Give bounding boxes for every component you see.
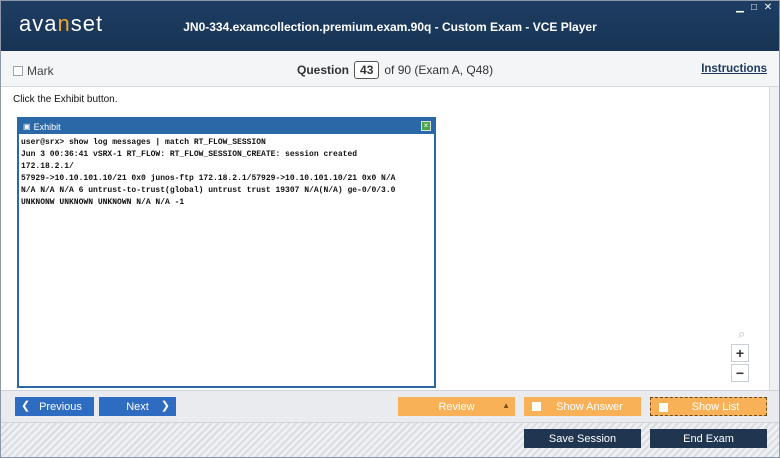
minimize-icon[interactable]: ▁ [735, 3, 745, 13]
maximize-icon[interactable]: □ [749, 3, 759, 13]
zoom-out-button[interactable]: − [731, 364, 749, 382]
question-indicator: Question 43 of 90 (Exam A, Q48) [297, 61, 493, 79]
review-label: Review [438, 400, 475, 413]
chevron-right-icon: ❯ [160, 400, 170, 412]
exhibit-window: ▣ Exhibit × user@srx> show log messages … [17, 117, 436, 388]
question-label: Question [297, 63, 350, 77]
zoom-in-button[interactable]: + [731, 344, 749, 362]
checkbox-icon [659, 403, 668, 412]
question-prompt: Click the Exhibit button. [13, 94, 118, 105]
exhibit-title-bar[interactable]: ▣ Exhibit × [19, 119, 434, 134]
checkbox-icon [532, 402, 541, 411]
end-exam-button[interactable]: End Exam [650, 429, 767, 448]
navigation-bar: ❮ Previous Next ❯ Review ▲ Show Answer S… [1, 390, 779, 422]
checkbox-icon [13, 66, 23, 76]
question-number-field[interactable]: 43 [354, 61, 380, 79]
next-label: Next [126, 400, 149, 413]
triangle-up-icon: ▲ [502, 401, 510, 410]
exhibit-title: Exhibit [33, 121, 61, 132]
exhibit-close-icon[interactable]: × [421, 121, 431, 131]
vertical-scrollbar[interactable] [769, 87, 779, 390]
title-bar: avanset JN0-334.examcollection.premium.e… [1, 1, 779, 51]
question-count: of 90 (Exam A, Q48) [384, 63, 494, 77]
save-session-button[interactable]: Save Session [524, 429, 641, 448]
chevron-left-icon: ❮ [21, 400, 31, 412]
mark-label: Mark [27, 64, 54, 78]
magnifier-icon: ⌕ [738, 326, 746, 341]
show-list-button[interactable]: Show List [650, 397, 767, 416]
vce-player-window: avanset JN0-334.examcollection.premium.e… [0, 0, 780, 458]
previous-button[interactable]: ❮ Previous [15, 397, 94, 416]
review-button[interactable]: Review ▲ [398, 397, 515, 416]
next-button[interactable]: Next ❯ [99, 397, 176, 416]
window-title: JN0-334.examcollection.premium.exam.90q … [183, 20, 597, 34]
mark-checkbox[interactable]: Mark [13, 64, 54, 78]
show-list-label: Show List [691, 400, 740, 413]
show-answer-label: Show Answer [556, 400, 623, 413]
question-content: Click the Exhibit button. ▣ Exhibit × us… [1, 88, 779, 390]
window-controls: ▁ □ ✕ [735, 3, 773, 13]
question-bar: Mark Question 43 of 90 (Exam A, Q48) Ins… [1, 51, 779, 87]
close-icon[interactable]: ✕ [763, 3, 773, 13]
exhibit-text: user@srx> show log messages | match RT_F… [21, 138, 396, 207]
show-answer-button[interactable]: Show Answer [524, 397, 641, 416]
previous-label: Previous [39, 400, 82, 413]
instructions-link[interactable]: Instructions [701, 63, 767, 75]
window-icon: ▣ [23, 122, 31, 131]
footer-bar: Save Session End Exam [1, 422, 779, 457]
zoom-controls: ⌕ + − [731, 326, 749, 386]
